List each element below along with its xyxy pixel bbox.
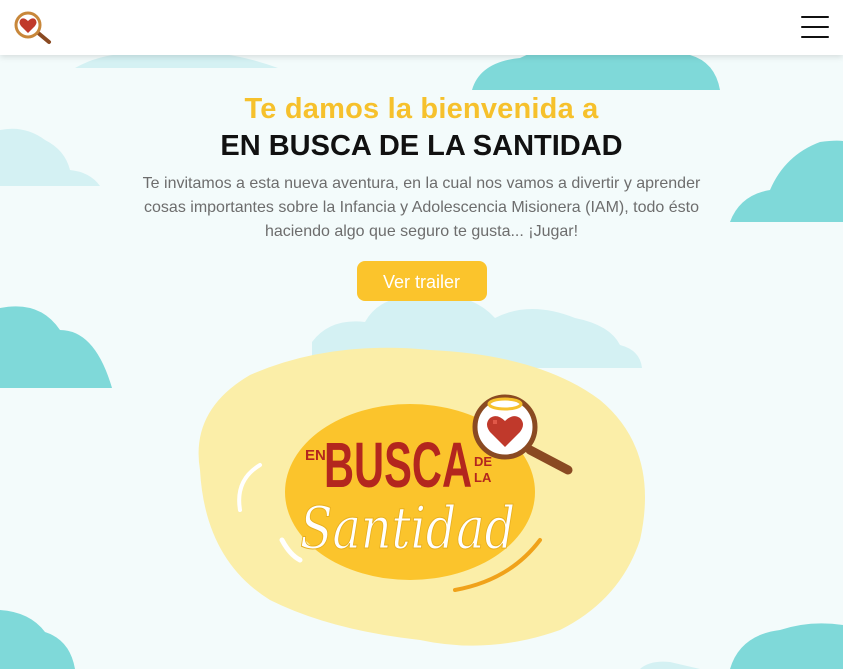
logo-text-la: LA [474, 470, 492, 485]
logo-text-busca: BUSCA [324, 429, 472, 501]
hero-description: Te invitamos a esta nueva aventura, en l… [142, 175, 701, 240]
watch-trailer-button[interactable]: Ver trailer [356, 261, 487, 301]
logo-text-en: EN [305, 447, 326, 464]
hamburger-menu-icon[interactable] [801, 16, 829, 38]
hero-section: Te damos la bienvenida a EN BUSCA DE LA … [0, 90, 843, 301]
heart-magnifier-icon[interactable] [11, 10, 53, 46]
page-title: EN BUSCA DE LA SANTIDAD [220, 130, 623, 162]
menu-bar [801, 26, 829, 28]
menu-bar [801, 16, 829, 18]
logo-text-santidad: Santidad [300, 494, 515, 562]
logo-text-de: DE [474, 454, 492, 469]
welcome-heading: Te damos la bienvenida a [244, 93, 599, 125]
menu-bar [801, 36, 829, 38]
top-navbar [0, 0, 843, 55]
